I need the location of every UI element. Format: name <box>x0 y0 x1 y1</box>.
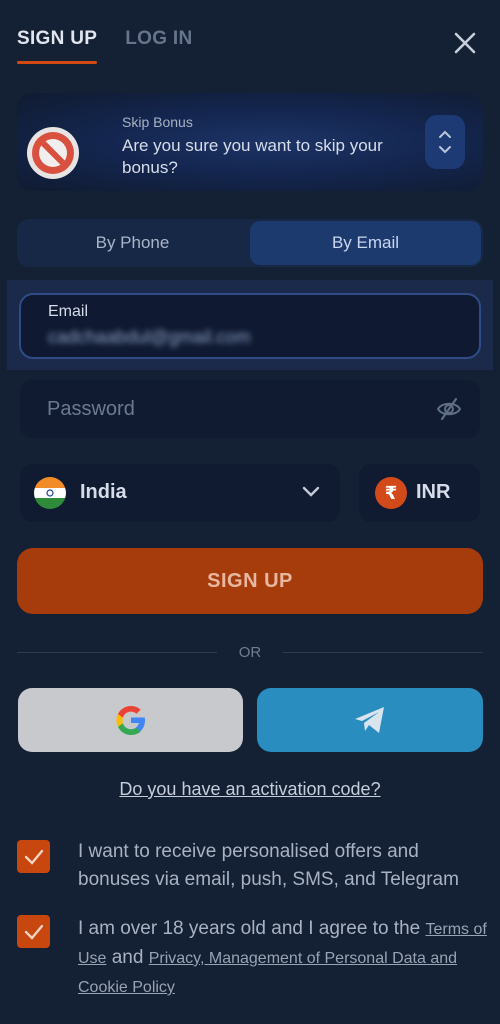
chevron-down-icon <box>439 146 451 154</box>
or-label: OR <box>238 643 262 661</box>
prohibited-icon <box>27 127 79 179</box>
telegram-sign-in-button[interactable] <box>257 688 483 752</box>
tab-sign-up[interactable]: SIGN UP <box>17 28 98 64</box>
email-value[interactable]: cadchaabdul@gmail.com <box>48 327 250 348</box>
sign-up-button[interactable]: SIGN UP <box>17 548 483 614</box>
bonus-stepper[interactable] <box>425 115 465 169</box>
age-consent-row: I am over 18 years old and I agree to th… <box>17 915 487 1005</box>
offers-consent-row: I want to receive personalised offers an… <box>17 838 483 898</box>
close-icon[interactable] <box>452 30 478 56</box>
checkmark-icon <box>24 924 43 940</box>
country-select[interactable]: India <box>20 464 340 522</box>
email-label: Email <box>48 303 89 320</box>
skip-bonus-card: Skip Bonus Are you sure you want to skip… <box>17 93 483 191</box>
tab-log-in[interactable]: LOG IN <box>125 28 192 64</box>
currency-value: INR <box>416 481 451 503</box>
registration-method-switch: By Phone By Email <box>17 219 483 267</box>
google-sign-in-button[interactable] <box>18 688 243 752</box>
eye-off-icon[interactable] <box>436 397 462 421</box>
or-divider: OR <box>17 642 483 662</box>
google-icon <box>115 706 145 735</box>
divider-line <box>17 651 217 653</box>
bonus-title: Are you sure you want to skip your bonus… <box>122 136 383 177</box>
chevron-down-icon <box>302 486 320 497</box>
password-field[interactable]: Password <box>20 380 480 438</box>
age-consent-text: I am over 18 years old and I agree to th… <box>78 915 488 1002</box>
activation-code-link[interactable]: Do you have an activation code? <box>0 779 500 800</box>
auth-tabs: SIGN UP LOG IN <box>17 28 192 64</box>
checkmark-icon <box>24 849 43 865</box>
currency-select[interactable]: ₹ INR <box>359 464 480 522</box>
offers-consent-checkbox[interactable] <box>17 840 50 873</box>
age-consent-intro: I am over 18 years old and I agree to th… <box>78 918 421 939</box>
chevron-up-icon <box>439 130 451 138</box>
rupee-icon: ₹ <box>375 477 407 509</box>
divider-line <box>283 651 483 653</box>
email-field-highlight: Email cadchaabdul@gmail.com <box>7 280 493 370</box>
by-phone-option[interactable]: By Phone <box>17 219 248 267</box>
by-email-option[interactable]: By Email <box>250 221 481 265</box>
password-placeholder: Password <box>47 398 135 420</box>
bonus-kicker: Skip Bonus <box>122 114 193 130</box>
consent-and: and <box>111 947 144 968</box>
email-field[interactable]: Email cadchaabdul@gmail.com <box>19 293 481 359</box>
india-flag-icon <box>34 477 66 509</box>
telegram-icon <box>355 707 384 733</box>
age-consent-checkbox[interactable] <box>17 915 50 948</box>
country-value: India <box>80 481 127 503</box>
offers-consent-text: I want to receive personalised offers an… <box>78 841 459 890</box>
